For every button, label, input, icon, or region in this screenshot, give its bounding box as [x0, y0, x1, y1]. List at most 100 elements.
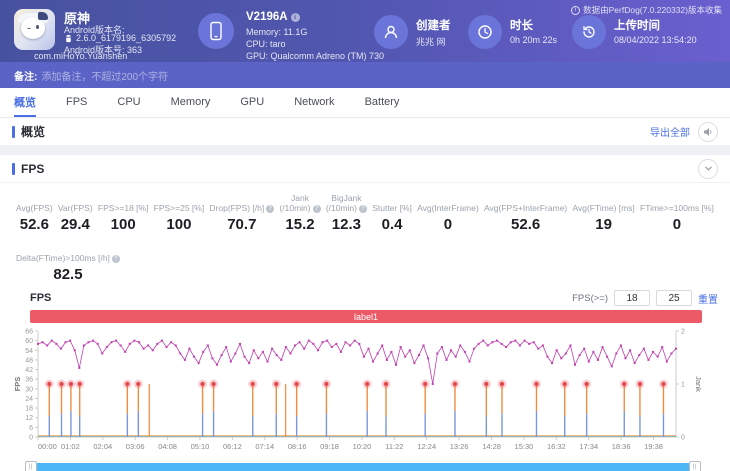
tab-FPS[interactable]: FPS	[66, 88, 87, 117]
collapse-button[interactable]	[698, 159, 718, 179]
tab-概览[interactable]: 概览	[14, 88, 36, 117]
fps-point	[188, 348, 190, 350]
fps-point	[42, 341, 44, 343]
help-icon[interactable]: ?	[313, 205, 321, 213]
scrollbar-handle-right[interactable]: ||	[689, 461, 701, 471]
fps-point	[285, 346, 287, 348]
fps-point	[345, 341, 347, 343]
metric-value: 0	[640, 216, 714, 233]
x-tick-label: 01:02	[61, 442, 80, 451]
fps-point	[230, 361, 232, 363]
bigjank-dot	[384, 382, 388, 386]
announce-button[interactable]	[698, 122, 718, 142]
fps-point	[331, 346, 333, 348]
y-tick-label: 60	[25, 338, 33, 345]
metric-label: BigJank(/10min)?	[326, 193, 367, 213]
x-tick-label: 05:10	[191, 442, 210, 451]
metric-value: 12.3	[326, 216, 367, 233]
tab-Network[interactable]: Network	[294, 88, 334, 117]
metric-value: 15.2	[279, 216, 320, 233]
fps-threshold-input-1[interactable]	[614, 290, 650, 306]
fps-point	[505, 346, 507, 348]
y2-tick-label: 2	[681, 329, 685, 336]
fps-point	[55, 343, 57, 345]
fps-point	[569, 344, 571, 346]
fps-point	[299, 341, 301, 343]
fps-point	[615, 352, 617, 354]
tab-GPU[interactable]: GPU	[240, 88, 264, 117]
bigjank-dot	[69, 382, 73, 386]
chart-range-scrollbar[interactable]: || ||	[12, 461, 718, 471]
metric-avg-fps-: Avg(FPS)52.6	[16, 193, 53, 233]
reset-button[interactable]: 重置	[698, 291, 718, 306]
x-tick-label: 07:14	[255, 442, 274, 451]
tab-Memory[interactable]: Memory	[171, 88, 211, 117]
fps-point	[37, 343, 39, 345]
metric-fps-25-: FPS>=25 [%] 100	[154, 193, 205, 233]
notes-label: 备注:	[14, 68, 37, 83]
metric-delta-ftime-100ms-h-: Delta(FTime)>100ms [/h]?82.5	[16, 243, 120, 283]
metric-label: Jank(/10min)?	[279, 193, 320, 213]
speaker-icon	[703, 127, 713, 137]
fps-point	[184, 359, 186, 361]
fps-point	[129, 343, 131, 345]
notes-bar[interactable]: 备注: 添加备注，不超过200个字符	[0, 62, 730, 88]
fps-point	[625, 357, 627, 359]
y-tick-label: 54	[25, 348, 33, 355]
fps-panel-header: FPS	[0, 155, 730, 183]
history-icon	[581, 24, 597, 40]
device-gpu: GPU: Qualcomm Adreno (TM) 730	[246, 51, 384, 61]
fps-point	[225, 346, 227, 348]
tab-CPU[interactable]: CPU	[117, 88, 140, 117]
metric-label-line: FPS>=25 [%]	[154, 203, 205, 213]
phone-icon	[208, 21, 224, 41]
bigjank-dot	[661, 382, 665, 386]
scrollbar-handle-left[interactable]: ||	[25, 461, 37, 471]
fps-threshold-input-2[interactable]	[656, 290, 692, 306]
fps-point	[87, 341, 89, 343]
accent-bar	[12, 163, 15, 175]
fps-point	[450, 349, 452, 351]
help-icon[interactable]: ?	[359, 205, 367, 213]
fps-point	[69, 340, 71, 342]
fps-point	[404, 356, 406, 358]
export-all-link[interactable]: 导出全部	[650, 124, 690, 139]
bigjank-dot	[563, 382, 567, 386]
fps-point	[579, 354, 581, 356]
fps-point	[377, 352, 379, 354]
bigjank-dot	[200, 382, 204, 386]
fps-point	[390, 351, 392, 353]
metric-label-line: FPS>=18 [%]	[98, 203, 149, 213]
duration-value: 0h 20m 22s	[510, 35, 557, 45]
fps-point	[202, 351, 204, 353]
fps-point	[436, 352, 438, 354]
bigjank-dot	[77, 382, 81, 386]
help-icon[interactable]: ?	[266, 205, 274, 213]
chart-region-label[interactable]: label1	[30, 310, 702, 323]
creator-icon-circle	[374, 15, 408, 49]
fps-point	[409, 349, 411, 351]
metric-value: 19	[572, 216, 634, 233]
scrollbar-track[interactable]	[30, 463, 696, 471]
fps-point	[455, 356, 457, 358]
fps-point	[308, 340, 310, 342]
fps-point	[459, 344, 461, 346]
fps-point	[106, 346, 108, 348]
fps-point	[97, 343, 99, 345]
fps-point	[65, 341, 67, 343]
fps-chart-header: FPS FPS(>=) 重置	[0, 287, 730, 309]
metric-jank-10min-: Jank(/10min)? 15.2	[279, 193, 320, 233]
tab-Battery[interactable]: Battery	[365, 88, 400, 117]
device-icon-circle	[198, 13, 234, 49]
metric-value: 100	[154, 216, 205, 233]
fps-point	[248, 362, 250, 364]
upload-label: 上传时间	[614, 17, 660, 33]
report-header: i 数据由PerfDog(7.0.220332)版本收集 原神 Android版…	[0, 0, 730, 62]
fps-point	[542, 344, 544, 346]
fps-point	[221, 354, 223, 356]
device-info-icon[interactable]: i	[291, 13, 300, 22]
help-icon[interactable]: ?	[112, 255, 120, 263]
metric-avg-ftime-ms-: Avg(FTime) [ms]19	[572, 193, 634, 233]
fps-point	[565, 352, 567, 354]
metric-label-line: Var(FPS)	[58, 203, 93, 213]
